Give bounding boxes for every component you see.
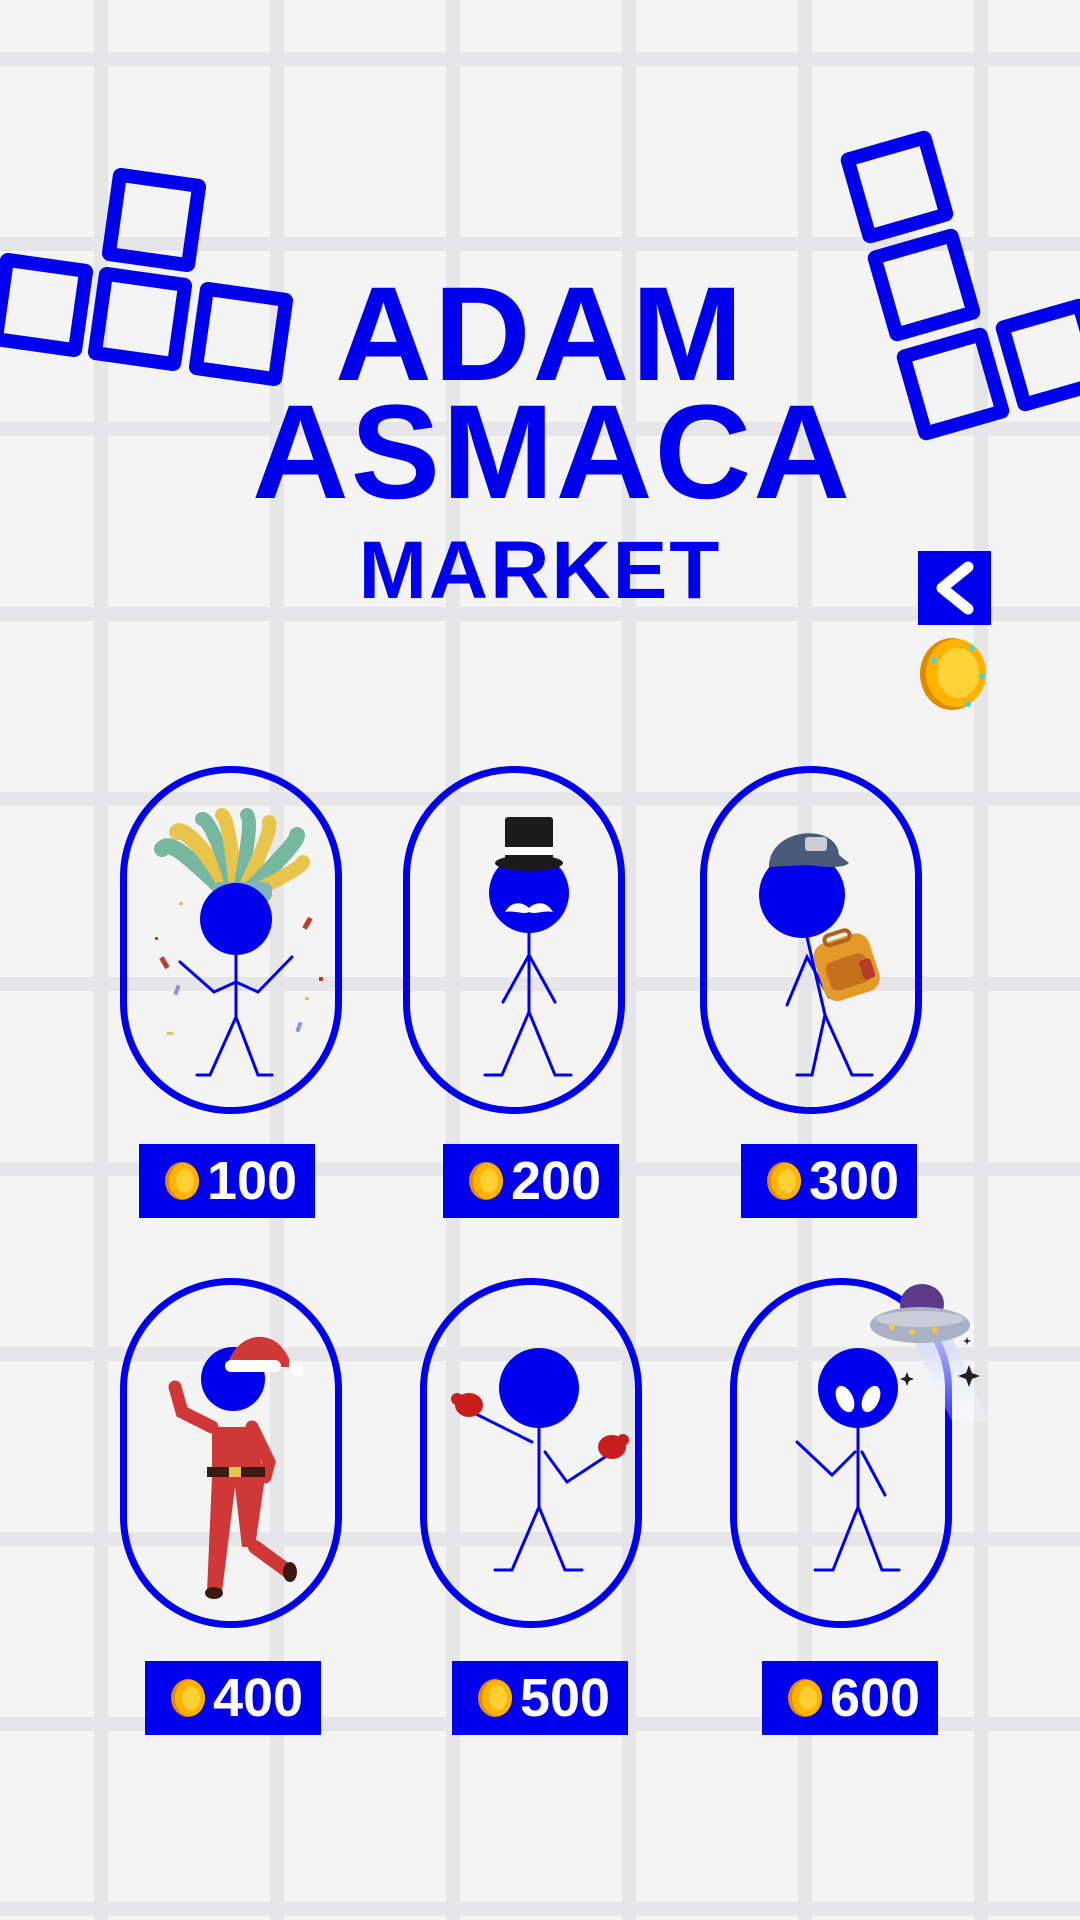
boxing-gloves-icon xyxy=(451,1348,629,1572)
shop-item-alien[interactable] xyxy=(730,1278,989,1628)
price-button-boxer[interactable]: 500 xyxy=(452,1661,628,1735)
price-button-carnival[interactable]: 100 xyxy=(139,1144,315,1218)
shop-item-boxer[interactable] xyxy=(420,1278,642,1628)
gold-coin-icon xyxy=(164,1162,199,1200)
price-button-santa[interactable]: 400 xyxy=(145,1661,321,1735)
shop-item-traveler[interactable] xyxy=(700,766,922,1114)
santa-suit-icon xyxy=(168,1336,304,1599)
ufo-icon xyxy=(795,1284,989,1572)
decor-block xyxy=(838,128,956,246)
shop-item-gentleman[interactable] xyxy=(403,766,625,1114)
shop-item-santa[interactable] xyxy=(120,1278,342,1628)
price-value: 400 xyxy=(212,1668,304,1728)
gold-coin-icon xyxy=(787,1679,822,1717)
back-button[interactable] xyxy=(918,551,991,625)
chevron-left-icon xyxy=(936,561,974,615)
top-hat-mustache-icon xyxy=(483,817,573,1077)
shop-item-carnival[interactable] xyxy=(120,766,342,1114)
price-value: 500 xyxy=(519,1668,611,1728)
price-button-traveler[interactable]: 300 xyxy=(741,1144,917,1218)
gold-coin-icon xyxy=(766,1162,801,1200)
price-button-gentleman[interactable]: 200 xyxy=(443,1144,619,1218)
price-value: 100 xyxy=(206,1151,298,1211)
game-title-line2: ASMACA xyxy=(251,378,853,527)
cap-backpack-icon xyxy=(759,833,880,1077)
decor-block xyxy=(100,166,208,274)
gold-coin-icon xyxy=(477,1679,512,1717)
price-value: 200 xyxy=(510,1151,602,1211)
gold-coin-icon xyxy=(170,1679,205,1717)
coin-balance-icon xyxy=(918,636,990,717)
gold-coin-icon xyxy=(468,1162,503,1200)
feather-headdress-icon xyxy=(154,808,323,1077)
price-value: 300 xyxy=(808,1151,900,1211)
price-button-alien[interactable]: 600 xyxy=(762,1661,938,1735)
price-value: 600 xyxy=(829,1668,921,1728)
